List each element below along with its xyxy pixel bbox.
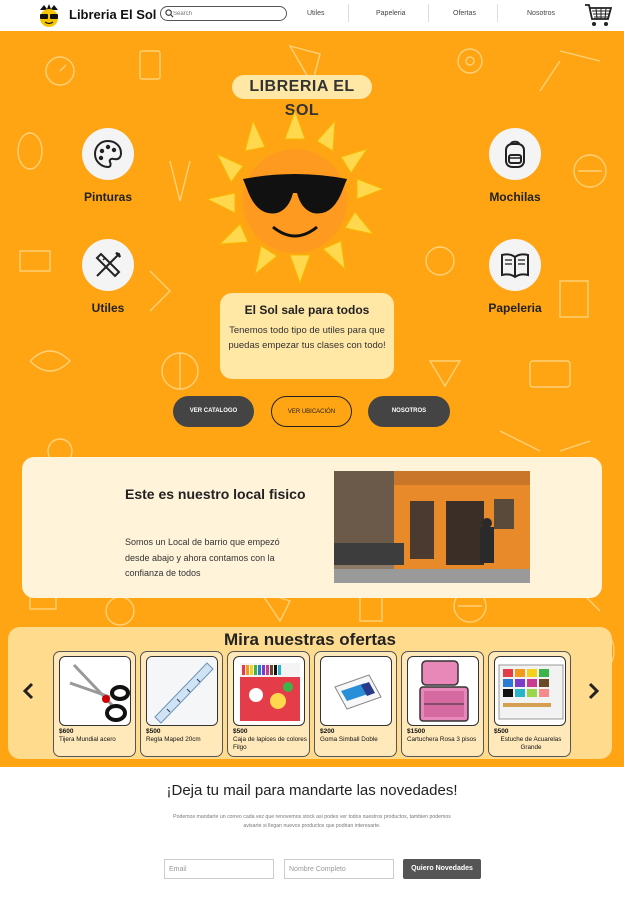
offer-card[interactable]: $200 Goma Simball Doble [314, 651, 397, 757]
chevron-left-icon[interactable] [22, 682, 36, 700]
ruler-icon [147, 657, 217, 725]
product-name: Cartuchera Rosa 3 pisos [407, 736, 477, 743]
offer-card[interactable]: $500 Caja de lapices de colores Filgo [227, 651, 310, 757]
search-box[interactable] [160, 6, 287, 21]
nav-link-papeleria[interactable]: Papeleria [376, 10, 406, 17]
product-price: $600 [59, 728, 74, 735]
offer-card[interactable]: $500 Regla Maped 20cm [140, 651, 223, 757]
full-name-field[interactable]: Nombre Completo [284, 859, 394, 879]
hero-section: LIBRERIA EL SOL Pinturas Mochilas Utiles… [0, 31, 624, 767]
product-price: $500 [494, 728, 509, 735]
navbar: Libreria El Sol Utiles Papeleria Ofertas… [0, 0, 624, 31]
ruler-pencil-icon [95, 252, 121, 278]
local-text: Somos un Local de barrio que empezó desd… [125, 537, 280, 578]
chevron-right-icon[interactable] [586, 682, 600, 700]
product-image [407, 656, 479, 726]
product-name: Regla Maped 20cm [146, 736, 201, 743]
watercolor-set-icon [498, 664, 564, 720]
storefront-photo [334, 471, 530, 583]
cart-icon[interactable] [584, 2, 612, 28]
nav-link-nosotros[interactable]: Nosotros [527, 10, 555, 17]
nav-divider [497, 4, 498, 22]
scissors-icon [69, 663, 130, 722]
category-circle [489, 128, 541, 180]
search-input[interactable] [173, 8, 283, 19]
product-price: $500 [146, 728, 161, 735]
view-catalog-button[interactable]: VER CATALOGO [173, 396, 254, 427]
nav-link-ofertas[interactable]: Ofertas [453, 10, 476, 17]
product-price: $500 [233, 728, 248, 735]
sun-mascot-icon [205, 109, 385, 284]
palette-icon [93, 139, 123, 169]
about-us-button[interactable]: NOSOTROS [368, 396, 450, 427]
category-label: Mochilas [489, 190, 541, 204]
brand-name[interactable]: Libreria El Sol [69, 7, 156, 22]
pencil-case-icon [419, 660, 469, 722]
product-image [494, 656, 566, 726]
nav-divider [348, 4, 349, 22]
category-pinturas[interactable]: Pinturas [58, 128, 158, 204]
product-name: Caja de lapices de colores Filgo [233, 736, 307, 751]
promo-card: El Sol sale para todos Tenemos todo tipo… [220, 293, 394, 379]
category-label: Papeleria [488, 301, 542, 315]
promo-title: El Sol sale para todos [244, 303, 370, 317]
product-image [233, 656, 305, 726]
subscribe-button[interactable]: Quiero Novedades [403, 859, 481, 879]
nav-link-utiles[interactable]: Utiles [307, 10, 325, 17]
category-circle [82, 128, 134, 180]
nav-divider [428, 4, 429, 22]
logo-icon[interactable] [36, 4, 62, 28]
product-image [59, 656, 131, 726]
category-papeleria[interactable]: Papeleria [465, 239, 565, 315]
category-mochilas[interactable]: Mochilas [465, 128, 565, 204]
category-circle [82, 239, 134, 291]
category-circle [489, 239, 541, 291]
product-image [320, 656, 392, 726]
product-image [146, 656, 218, 726]
hero-title: LIBRERIA EL SOL [232, 75, 372, 119]
offers-title: Mira nuestras ofertas [224, 630, 396, 649]
newsletter-title: ¡Deja tu mail para mandarte las novedade… [166, 782, 458, 799]
product-name: Tijera Mundial acero [59, 736, 116, 743]
product-price: $1500 [407, 728, 426, 735]
view-location-button[interactable]: VER UBICACIÓN [271, 396, 352, 427]
email-field[interactable]: Email [164, 859, 274, 879]
local-store-card: Este es nuestro local fisico Somos un Lo… [22, 457, 602, 598]
eraser-icon [334, 674, 382, 710]
offer-card[interactable]: $1500 Cartuchera Rosa 3 pisos [401, 651, 484, 757]
newsletter-section: ¡Deja tu mail para mandarte las novedade… [0, 767, 624, 919]
product-name: Goma Simball Doble [320, 736, 378, 743]
category-label: Utiles [91, 301, 125, 315]
category-label: Pinturas [83, 190, 132, 204]
offer-card[interactable]: $500 Estuche de Acuarelas Grande [488, 651, 571, 757]
backpack-icon [505, 140, 525, 168]
colored-pencils-box-icon [240, 663, 300, 721]
local-title: Este es nuestro local fisico [125, 486, 306, 502]
open-book-icon [501, 253, 529, 279]
product-name: Estuche de Acuarelas Grande [500, 736, 562, 751]
category-utiles[interactable]: Utiles [58, 239, 158, 315]
offers-section: Mira nuestras ofertas $600 Tijera Mundia… [8, 627, 612, 759]
product-price: $200 [320, 728, 335, 735]
promo-text: Tenemos todo tipo de utiles para que pue… [228, 325, 386, 351]
offer-card[interactable]: $600 Tijera Mundial acero [53, 651, 136, 757]
newsletter-text: Podemos mandarte un correo cada vez que … [173, 814, 451, 829]
